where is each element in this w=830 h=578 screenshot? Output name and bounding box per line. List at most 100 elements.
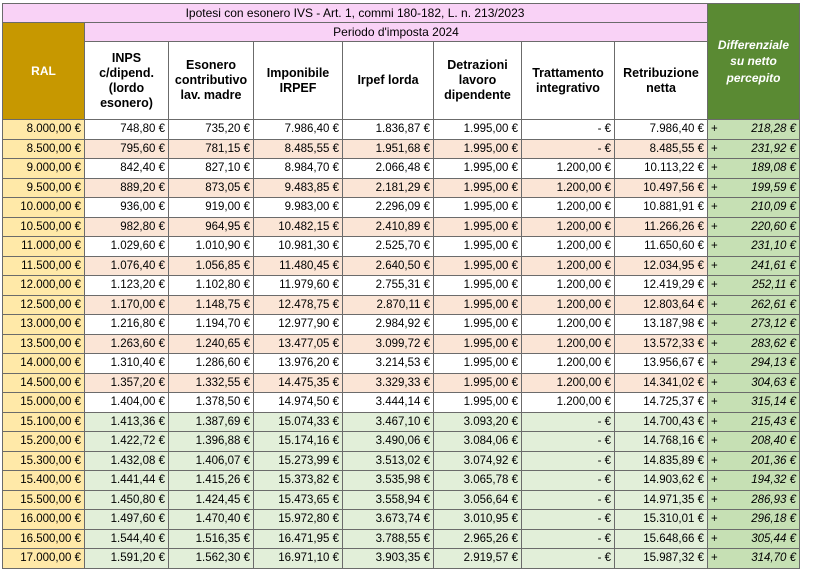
imponibile-cell: 10.981,30 € [253, 236, 343, 257]
differenziale-value: 304,63 € [751, 376, 796, 389]
trattamento-cell: 1.200,00 € [521, 294, 615, 315]
differenziale-value: 296,18 € [751, 513, 796, 526]
header-ral: RAL [2, 22, 85, 120]
differenziale-value: 273,12 € [751, 318, 796, 331]
plus-sign: + [711, 318, 718, 331]
differenziale-cell: +189,08 € [707, 158, 800, 179]
netta-cell: 15.987,32 € [614, 548, 708, 569]
imponibile-cell: 15.972,80 € [253, 509, 343, 530]
table-row: 10.000,00 €936,00 €919,00 €9.983,00 €2.2… [2, 197, 800, 218]
ral-cell: 15.100,00 € [2, 411, 85, 432]
irpef-cell: 3.535,98 € [342, 470, 434, 491]
differenziale-cell: +294,13 € [707, 353, 800, 374]
netta-cell: 8.485,55 € [614, 138, 708, 159]
plus-sign: + [711, 337, 718, 350]
differenziale-cell: +241,61 € [707, 255, 800, 276]
detrazioni-cell: 1.995,00 € [433, 197, 522, 218]
table-row: 16.500,00 €1.544,40 €1.516,35 €16.471,95… [2, 528, 800, 549]
ral-cell: 15.300,00 € [2, 450, 85, 471]
differenziale-cell: +262,61 € [707, 294, 800, 315]
plus-sign: + [711, 142, 718, 155]
trattamento-cell: - € [521, 411, 615, 432]
plus-sign: + [711, 259, 718, 272]
irpef-cell: 2.066,48 € [342, 158, 434, 179]
imponibile-cell: 9.483,85 € [253, 177, 343, 198]
irpef-cell: 2.640,50 € [342, 255, 434, 276]
detrazioni-cell: 1.995,00 € [433, 275, 522, 296]
netta-cell: 10.497,56 € [614, 177, 708, 198]
imponibile-cell: 15.074,33 € [253, 411, 343, 432]
differenziale-cell: +220,60 € [707, 216, 800, 237]
differenziale-value: 314,70 € [751, 552, 796, 565]
differenziale-value: 201,36 € [751, 454, 796, 467]
differenziale-cell: +305,44 € [707, 528, 800, 549]
differenziale-value: 210,09 € [751, 201, 796, 214]
inps-cell: 1.591,20 € [84, 548, 169, 569]
esonero-cell: 1.562,30 € [168, 548, 254, 569]
differenziale-value: 208,40 € [751, 435, 796, 448]
detrazioni-cell: 2.919,57 € [433, 548, 522, 569]
table-row: 17.000,00 €1.591,20 €1.562,30 €16.971,10… [2, 548, 800, 569]
esonero-cell: 964,95 € [168, 216, 254, 237]
inps-cell: 1.544,40 € [84, 528, 169, 549]
imponibile-cell: 8.485,55 € [253, 138, 343, 159]
netta-cell: 15.648,66 € [614, 528, 708, 549]
detrazioni-cell: 1.995,00 € [433, 216, 522, 237]
detrazioni-cell: 1.995,00 € [433, 177, 522, 198]
table-row: 8.500,00 €795,60 €781,15 €8.485,55 €1.95… [2, 138, 800, 159]
inps-cell: 1.450,80 € [84, 489, 169, 510]
ral-cell: 10.500,00 € [2, 216, 85, 237]
irpef-cell: 3.099,72 € [342, 333, 434, 354]
esonero-cell: 827,10 € [168, 158, 254, 179]
ral-cell: 9.000,00 € [2, 158, 85, 179]
header-esonero: Esonero contributivo lav. madre [168, 41, 254, 120]
inps-cell: 1.076,40 € [84, 255, 169, 276]
differenziale-cell: +208,40 € [707, 431, 800, 452]
table-row: 12.000,00 €1.123,20 €1.102,80 €11.979,60… [2, 275, 800, 296]
detrazioni-cell: 1.995,00 € [433, 314, 522, 335]
inps-cell: 1.432,08 € [84, 450, 169, 471]
plus-sign: + [711, 376, 718, 389]
netta-cell: 10.113,22 € [614, 158, 708, 179]
differenziale-cell: +286,93 € [707, 489, 800, 510]
esonero-cell: 735,20 € [168, 119, 254, 140]
irpef-cell: 3.329,33 € [342, 372, 434, 393]
plus-sign: + [711, 513, 718, 526]
imponibile-cell: 15.174,16 € [253, 431, 343, 452]
netta-cell: 14.835,89 € [614, 450, 708, 471]
irpef-cell: 3.903,35 € [342, 548, 434, 569]
differenziale-value: 231,92 € [751, 142, 796, 155]
plus-sign: + [711, 552, 718, 565]
plus-sign: + [711, 298, 718, 311]
imponibile-cell: 7.986,40 € [253, 119, 343, 140]
trattamento-cell: 1.200,00 € [521, 333, 615, 354]
trattamento-cell: - € [521, 489, 615, 510]
plus-sign: + [711, 396, 718, 409]
esonero-cell: 1.470,40 € [168, 509, 254, 530]
ral-cell: 8.500,00 € [2, 138, 85, 159]
irpef-cell: 3.490,06 € [342, 431, 434, 452]
table-row: 15.400,00 €1.441,44 €1.415,26 €15.373,82… [2, 470, 800, 491]
netta-cell: 14.725,37 € [614, 392, 708, 413]
inps-cell: 1.422,72 € [84, 431, 169, 452]
trattamento-cell: 1.200,00 € [521, 314, 615, 335]
table-row: 15.100,00 €1.413,36 €1.387,69 €15.074,33… [2, 411, 800, 432]
plus-sign: + [711, 474, 718, 487]
netta-cell: 10.881,91 € [614, 197, 708, 218]
esonero-cell: 1.102,80 € [168, 275, 254, 296]
irpef-cell: 3.467,10 € [342, 411, 434, 432]
trattamento-cell: - € [521, 138, 615, 159]
table-row: 8.000,00 €748,80 €735,20 €7.986,40 €1.83… [2, 119, 800, 140]
trattamento-cell: - € [521, 528, 615, 549]
trattamento-cell: 1.200,00 € [521, 158, 615, 179]
imponibile-cell: 15.473,65 € [253, 489, 343, 510]
differenziale-value: 262,61 € [751, 298, 796, 311]
inps-cell: 1.170,00 € [84, 294, 169, 315]
trattamento-cell: 1.200,00 € [521, 255, 615, 276]
irpef-cell: 3.673,74 € [342, 509, 434, 530]
netta-cell: 14.700,43 € [614, 411, 708, 432]
plus-sign: + [711, 435, 718, 448]
ral-cell: 10.000,00 € [2, 197, 85, 218]
trattamento-cell: - € [521, 509, 615, 530]
inps-cell: 842,40 € [84, 158, 169, 179]
